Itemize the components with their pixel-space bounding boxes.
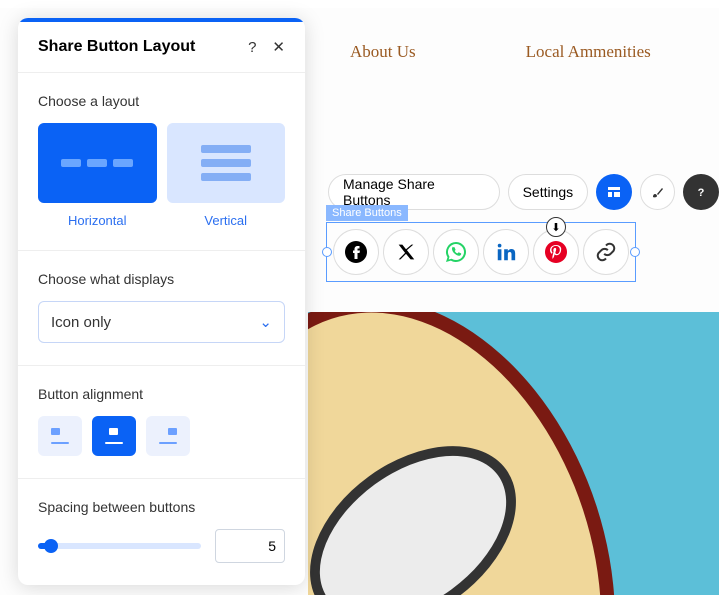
nav-about[interactable]: About Us (350, 42, 416, 62)
copy-link-icon[interactable] (583, 229, 629, 275)
spacing-slider[interactable] (38, 543, 201, 549)
align-right[interactable] (146, 416, 190, 456)
help-icon[interactable]: ? (683, 174, 719, 210)
chevron-down-icon: ⌄ (259, 313, 272, 331)
nav-amenities[interactable]: Local Ammenities (526, 42, 651, 62)
resize-handle-right[interactable] (630, 247, 640, 257)
download-icon: ⬇ (546, 217, 566, 237)
layout-horizontal[interactable]: Horizontal (38, 123, 157, 228)
site-nav: About Us Local Ammenities (320, 8, 719, 78)
whatsapp-icon[interactable] (433, 229, 479, 275)
share-layout-panel: Share Button Layout ? ✕ Choose a layout … (18, 18, 305, 585)
align-left[interactable] (38, 416, 82, 456)
align-center[interactable] (92, 416, 136, 456)
x-twitter-icon[interactable] (383, 229, 429, 275)
panel-close-icon[interactable]: ✕ (272, 38, 285, 56)
layout-vertical[interactable]: Vertical (167, 123, 286, 228)
selection-label: Share Buttons (326, 205, 408, 221)
alignment-label: Button alignment (38, 386, 285, 402)
share-buttons-selection[interactable]: Share Buttons ⬇ (326, 222, 636, 282)
panel-title: Share Button Layout (38, 38, 195, 56)
spacing-label: Spacing between buttons (38, 499, 285, 515)
linkedin-icon[interactable] (483, 229, 529, 275)
page-image (308, 312, 719, 595)
design-icon[interactable] (596, 174, 632, 210)
choose-display-label: Choose what displays (38, 271, 285, 287)
svg-text:?: ? (698, 187, 705, 199)
choose-layout-label: Choose a layout (38, 93, 285, 109)
facebook-icon[interactable] (333, 229, 379, 275)
spacing-input[interactable]: 5 (215, 529, 285, 563)
resize-handle-left[interactable] (322, 247, 332, 257)
display-select[interactable]: Icon only ⌄ (38, 301, 285, 343)
panel-help-icon[interactable]: ? (248, 39, 256, 56)
settings-button[interactable]: Settings (508, 174, 589, 210)
pinterest-icon[interactable]: ⬇ (533, 229, 579, 275)
brush-icon[interactable] (640, 174, 676, 210)
